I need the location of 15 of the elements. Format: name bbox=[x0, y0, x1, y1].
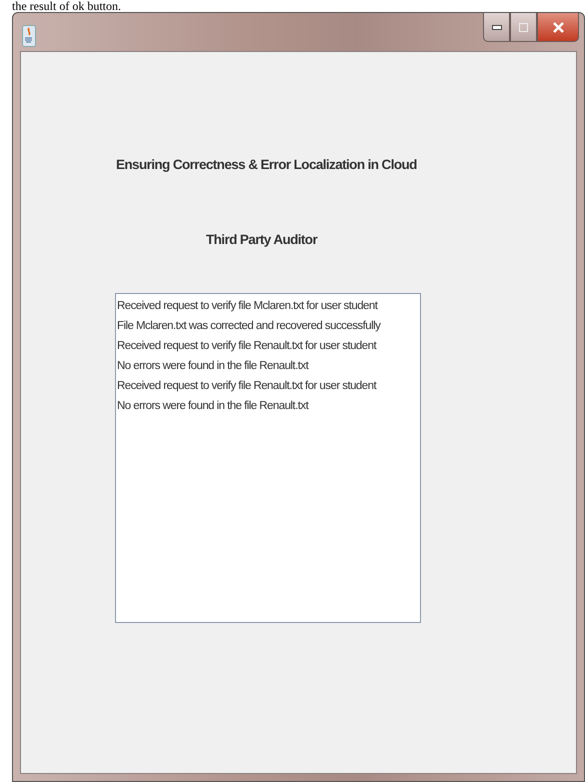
app-subheading: Third Party Auditor bbox=[206, 232, 318, 247]
minimize-button[interactable] bbox=[483, 13, 510, 42]
app-heading: Ensuring Correctness & Error Localization in Cloud bbox=[116, 157, 417, 172]
log-line: Received request to verify file Mclaren.txt for user student bbox=[117, 299, 379, 314]
close-button[interactable] bbox=[537, 13, 579, 42]
log-line: Received request to verify file Renault.txt for user student bbox=[117, 339, 378, 354]
log-line: No errors were found in the file Renault.txt bbox=[117, 399, 310, 414]
caption-text: the result of ok button. bbox=[11, 0, 121, 12]
close-icon bbox=[552, 22, 564, 32]
minimize-icon bbox=[492, 24, 502, 30]
log-line: File Mclaren.txt was corrected and recovered successfully bbox=[117, 319, 382, 334]
log-line: Received request to verify file Renault.txt for user student bbox=[117, 379, 378, 394]
maximize-button[interactable] bbox=[510, 13, 537, 42]
maximize-icon bbox=[519, 22, 528, 32]
log-line: No errors were found in the file Renault.txt bbox=[117, 359, 310, 374]
